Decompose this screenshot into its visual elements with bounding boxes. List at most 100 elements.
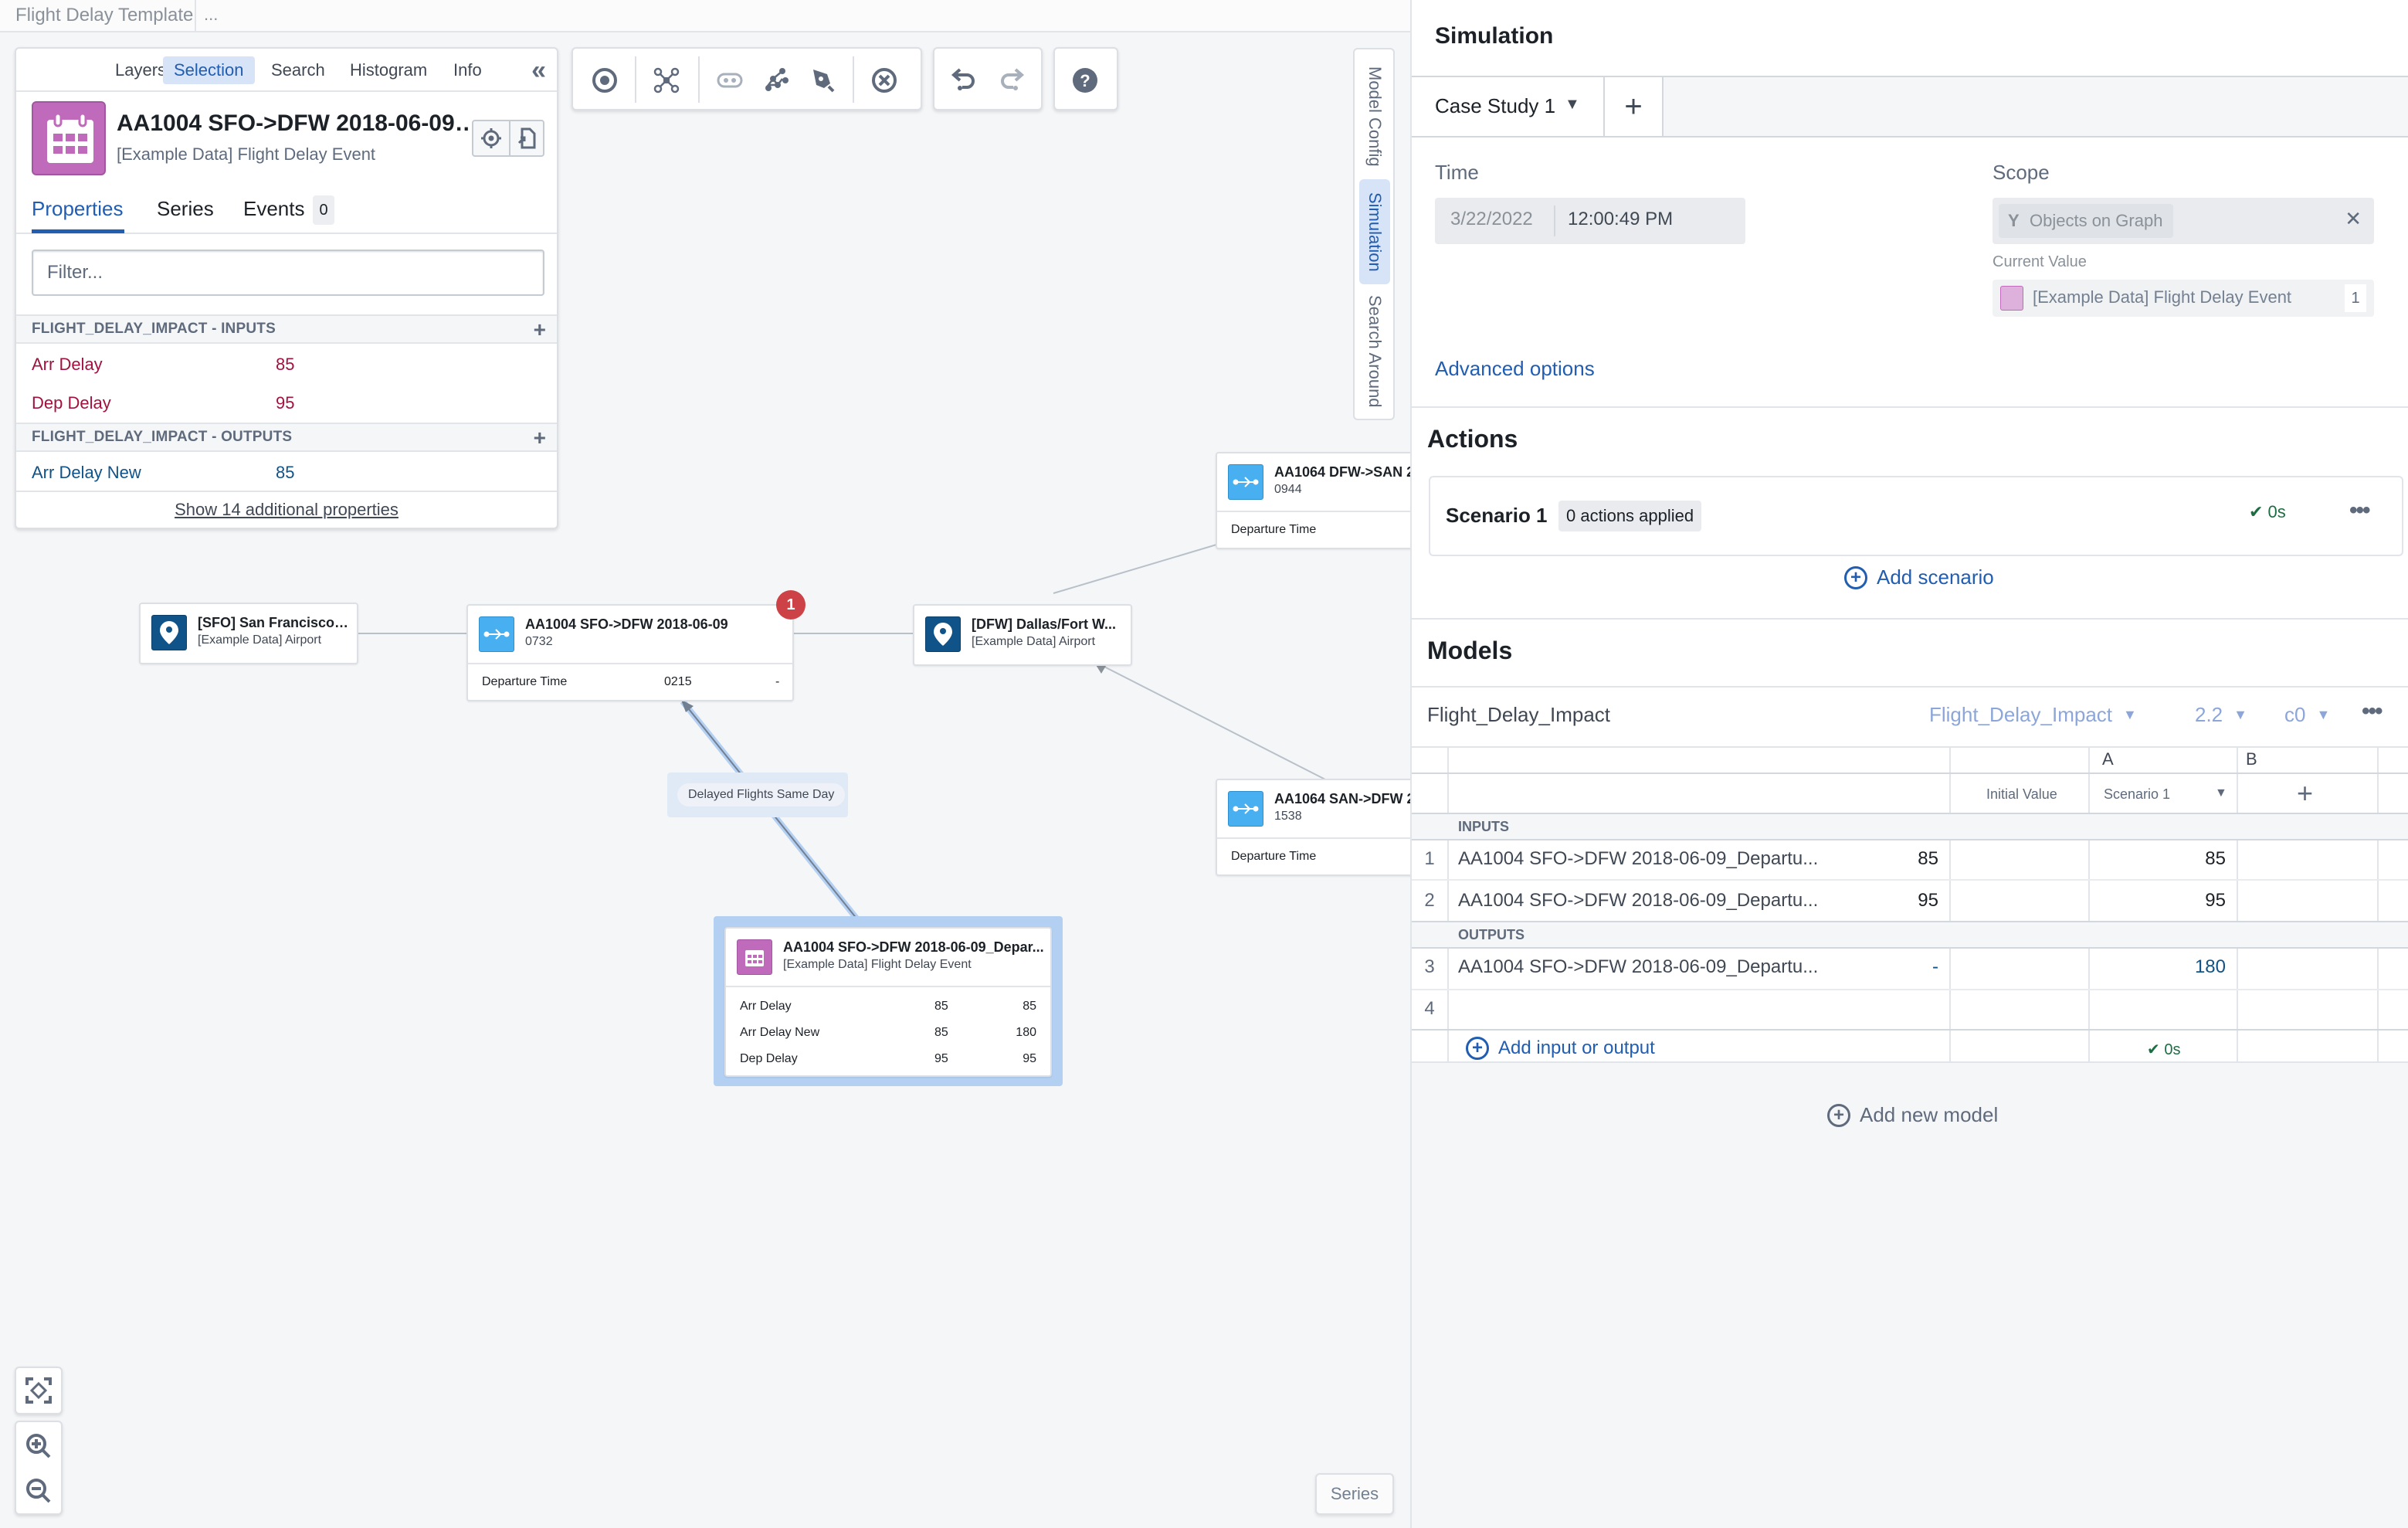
link-button[interactable] [711, 61, 749, 100]
scenario-card[interactable]: Scenario 1 0 actions applied ✔ 0s ••• [1429, 476, 2403, 556]
grid-line [1412, 839, 2408, 840]
advanced-options-link[interactable]: Advanced options [1435, 357, 1595, 381]
node-prop-extra: - [775, 675, 780, 688]
outputs-section-header: FLIGHT_DELAY_IMPACT - OUTPUTS + [16, 423, 557, 452]
redo-button[interactable] [992, 61, 1030, 100]
graph-node-flight-delay-event[interactable]: AA1004 SFO->DFW 2018-06-09_Depar... [Exa… [724, 927, 1052, 1077]
open-object-button[interactable] [509, 121, 544, 155]
clear-scope-icon[interactable]: ✕ [2345, 207, 2362, 231]
scope-tag-label: Objects on Graph [2030, 211, 2163, 230]
model-select-dropdown[interactable]: Flight_Delay_Impact ▼ [1929, 703, 2137, 727]
node-divider [1217, 511, 1430, 512]
check-icon: ✔ [2249, 502, 2268, 521]
tab-info[interactable]: Info [443, 56, 493, 84]
expand-button[interactable] [647, 61, 686, 100]
side-tab-model-config[interactable]: Model Config [1359, 60, 1390, 173]
time-picker[interactable]: 3/22/2022 12:00:49 PM [1435, 198, 1745, 244]
edge-label[interactable]: Delayed Flights Same Day [677, 783, 846, 806]
zoom-in-button[interactable] [21, 1428, 56, 1464]
scenario-status: ✔ 0s [2249, 502, 2286, 522]
tab-search[interactable]: Search [260, 56, 336, 84]
help-icon: ? [1073, 68, 1097, 93]
scope-input[interactable]: Y Objects on Graph ✕ [1993, 198, 2374, 244]
property-row[interactable]: Dep Delay 95 [16, 384, 557, 423]
model-name: Flight_Delay_Impact [1427, 703, 1610, 726]
property-filter-input[interactable] [32, 250, 544, 296]
annotate-button[interactable] [803, 61, 842, 100]
locate-button[interactable] [473, 121, 508, 155]
actions-title: Actions [1427, 425, 1518, 453]
outputs-group-label: OUTPUTS [1458, 927, 1525, 942]
add-input-output-button[interactable]: + Add input or output [1466, 1037, 1655, 1060]
property-row[interactable]: Arr Delay New 85 [16, 453, 557, 492]
graph-node-sfo-airport[interactable]: [SFO] San Francisco ... [Example Data] A… [139, 603, 358, 664]
filter-branch-icon: Y [2008, 211, 2020, 230]
remove-button[interactable] [865, 61, 904, 100]
fit-view-control [15, 1367, 63, 1414]
subtab-properties[interactable]: Properties [32, 197, 124, 221]
graph-node-flight-aa1004[interactable]: AA1004 SFO->DFW 2018-06-09 0732 Departur… [466, 604, 794, 701]
time-value[interactable]: 12:00:49 PM [1568, 209, 1673, 230]
tab-histogram[interactable]: Histogram [339, 56, 438, 84]
node-divider [726, 986, 1050, 987]
version-dropdown[interactable]: 2.2 ▼ [2195, 703, 2247, 727]
location-pin-icon [151, 615, 187, 650]
model-header: Flight_Delay_Impact Flight_Delay_Impact ▼… [1412, 686, 2408, 746]
scenario-column-header[interactable]: Scenario 1 ▼ [2104, 786, 2227, 803]
select-button[interactable] [585, 61, 624, 100]
toolbar-divider [635, 56, 636, 103]
add-new-model-button[interactable]: + Add new model [1827, 1103, 1998, 1127]
graph-layout-button[interactable] [757, 61, 795, 100]
case-study-dropdown[interactable]: Case Study 1 ▼ [1412, 77, 1605, 136]
add-case-study-button[interactable]: + [1605, 77, 1664, 136]
side-tab-simulation[interactable]: Simulation [1359, 179, 1390, 284]
model-more-options-icon[interactable]: ••• [2362, 698, 2383, 725]
graph-canvas[interactable]: Flight Delay Template ... Layers Selecti… [0, 0, 1432, 1528]
row-name[interactable]: AA1004 SFO->DFW 2018-06-09_Departu... [1458, 956, 1818, 978]
node-divider [1217, 837, 1430, 839]
config-dropdown[interactable]: c0 ▼ [2284, 703, 2330, 727]
subtab-events[interactable]: Events [243, 197, 305, 221]
property-row[interactable]: Arr Delay 85 [16, 345, 557, 384]
property-name: Arr Delay [32, 355, 103, 374]
help-button[interactable]: ? [1066, 61, 1104, 100]
grid-line [2377, 748, 2379, 1063]
graph-node-flight-aa1064-dfw-san[interactable]: AA1064 DFW->SAN 2018-06-09 0944 Departur… [1216, 452, 1432, 549]
initial-value-cell: - [1932, 956, 1938, 977]
inputs-section-label: FLIGHT_DELAY_IMPACT - INPUTS [32, 321, 276, 337]
inputs-group-row: INPUTS [1412, 814, 2408, 839]
more-options-icon[interactable]: ••• [2349, 497, 2370, 524]
tab-selection[interactable]: Selection [163, 56, 255, 84]
show-additional-properties-link[interactable]: Show 14 additional properties [16, 491, 557, 528]
models-footer-area: + Add new model [1412, 1063, 2408, 1528]
add-circle-icon: + [1844, 565, 1867, 589]
grid-line [2237, 748, 2238, 1063]
section-divider [1412, 406, 2408, 408]
node-prop-scenario: 180 [1016, 1026, 1036, 1039]
fit-to-screen-button[interactable] [21, 1373, 56, 1408]
graph-node-dfw-airport[interactable]: [DFW] Dallas/Fort W... [Example Data] Ai… [913, 604, 1132, 666]
graph-node-flight-aa1064-san-dfw[interactable]: AA1064 SAN->DFW 2018-06-09 1538 Departur… [1216, 779, 1432, 876]
scenario-value-cell[interactable]: 85 [2205, 848, 2226, 870]
add-scenario-column-icon[interactable]: + [2297, 777, 2313, 810]
node-prop-name: Dep Delay [740, 1052, 798, 1065]
side-tab-search-around[interactable]: Search Around [1359, 290, 1390, 413]
undo-button[interactable] [945, 61, 984, 100]
series-button[interactable]: Series [1315, 1473, 1394, 1515]
subtab-series[interactable]: Series [157, 197, 214, 221]
scenario-value-cell[interactable]: 95 [2205, 890, 2226, 912]
scope-tag[interactable]: Y Objects on Graph [1999, 204, 2173, 238]
zoom-out-button[interactable] [21, 1473, 56, 1509]
collapse-panel-icon[interactable]: « [531, 56, 546, 84]
add-output-icon[interactable]: + [534, 424, 546, 452]
row-name[interactable]: AA1004 SFO->DFW 2018-06-09_Departu... [1458, 848, 1818, 870]
node-subtitle: 0944 [1274, 483, 1302, 496]
node-title: AA1004 SFO->DFW 2018-06-09_Depar... [783, 939, 1044, 955]
add-input-icon[interactable]: + [534, 316, 546, 344]
current-value-label: Current Value [1993, 253, 2087, 270]
time-label: Time [1435, 161, 1479, 184]
object-title: AA1004 SFO->DFW 2018-06-09_Departure [117, 110, 480, 136]
add-scenario-button[interactable]: + Add scenario [1844, 565, 1994, 589]
date-value[interactable]: 3/22/2022 [1450, 209, 1533, 230]
row-name[interactable]: AA1004 SFO->DFW 2018-06-09_Departu... [1458, 890, 1818, 912]
